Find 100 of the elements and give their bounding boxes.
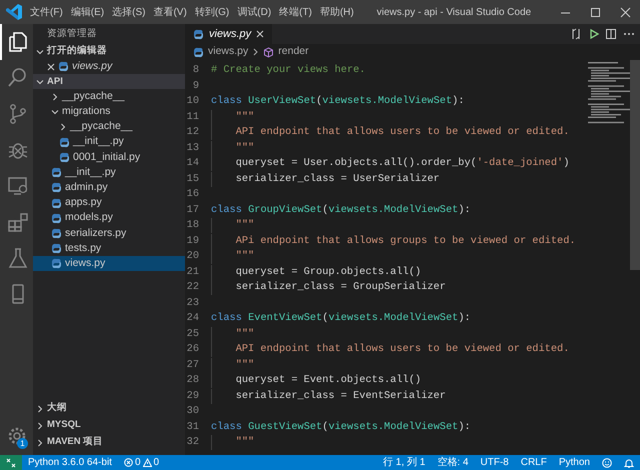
line-number: 8 (192, 63, 199, 78)
tree-item[interactable]: tests.py (33, 241, 185, 256)
warning-icon[interactable] (142, 458, 152, 467)
editor-tab[interactable]: views.py (185, 24, 272, 44)
tree-item[interactable]: __pycache__ (33, 89, 185, 104)
chevron-down-icon[interactable] (36, 48, 44, 56)
close-icon[interactable] (256, 30, 264, 38)
run-icon[interactable] (588, 28, 600, 40)
line-number: 15 (186, 172, 199, 187)
python-file-icon (193, 28, 204, 40)
remote-icon[interactable] (6, 458, 16, 468)
smiley-icon[interactable] (602, 458, 612, 468)
line-number: 22 (186, 280, 199, 296)
tree-item[interactable]: 0001_initial.py (33, 150, 185, 166)
status-item[interactable]: 空格: 4 (431, 455, 474, 470)
line-number: 31 (186, 420, 199, 435)
menu-item[interactable]: 终端(T) (275, 4, 316, 20)
line-number: 32 (186, 435, 199, 450)
chevron-right-icon (252, 48, 260, 56)
status-item[interactable]: Python (552, 455, 596, 470)
tree-item[interactable]: admin.py (33, 180, 185, 196)
python-file-icon (51, 198, 62, 209)
status-item[interactable]: UTF-8 (474, 455, 515, 470)
line-number: 23 (186, 296, 199, 311)
warning-count[interactable]: 0 (154, 455, 160, 470)
flask-icon[interactable] (6, 246, 30, 270)
menu-item[interactable]: 文件(F) (26, 4, 67, 20)
line-number: 27 (186, 358, 199, 373)
status-item[interactable]: 行 1, 列 1 (377, 455, 432, 470)
chevron-right-icon[interactable] (36, 422, 44, 430)
chevron-down-icon[interactable] (36, 78, 44, 86)
chevron-down-icon[interactable] (51, 108, 59, 116)
code-line: class GuestViewSet(viewsets.ModelViewSet): (211, 420, 471, 435)
tree-item[interactable]: __pycache__ (33, 120, 185, 135)
chevron-right-icon[interactable] (51, 92, 59, 101)
code-line: API endpoint that allows users to be viewed or edited. (211, 342, 570, 358)
section-header[interactable]: MYSQL (47, 418, 81, 433)
python-file-icon (51, 258, 62, 270)
chevron-right-icon[interactable] (36, 438, 44, 446)
chevron-right-icon[interactable] (36, 404, 44, 412)
line-number: 28 (186, 373, 199, 388)
code-line: """ (211, 218, 254, 234)
line-number: 16 (186, 187, 199, 202)
section-header[interactable]: MAVEN 项目 (47, 435, 104, 450)
code-line: APi endpoint that allows groups to be viewed or edited. (211, 234, 576, 249)
cube-icon (263, 46, 274, 58)
section-header[interactable]: 打开的编辑器 (47, 44, 107, 59)
line-number: 29 (186, 388, 199, 404)
tree-item[interactable]: apps.py (33, 196, 185, 211)
tree-item[interactable]: __init__.py (33, 165, 185, 180)
maximize-icon[interactable] (589, 6, 601, 18)
close-icon[interactable] (619, 6, 631, 18)
split-editor-icon[interactable] (605, 28, 617, 40)
close-icon[interactable] (47, 62, 55, 71)
python-file-icon (51, 167, 62, 178)
tree-item[interactable]: serializers.py (33, 226, 185, 242)
line-number: 19 (186, 234, 199, 249)
chevron-right-icon[interactable] (59, 123, 67, 132)
menu-item[interactable]: 编辑(E) (66, 4, 108, 20)
python-file-icon (193, 46, 204, 58)
menu-item[interactable]: 调试(D) (233, 4, 276, 20)
error-icon[interactable] (124, 458, 133, 467)
line-number: 25 (186, 326, 199, 342)
folder-header[interactable]: API (47, 74, 63, 89)
code-line: serializer_class = GroupSerializer (211, 280, 446, 296)
line-number: 24 (186, 311, 199, 326)
status-item[interactable]: CRLF (514, 455, 553, 470)
line-number: 18 (186, 218, 199, 234)
code-line: queryset = Group.objects.all() (211, 264, 422, 280)
minimap-drawing (588, 62, 632, 126)
tree-item[interactable]: models.py (33, 210, 185, 226)
breadcrumb-item[interactable]: render (278, 44, 309, 60)
menu-item[interactable]: 选择(S) (108, 4, 150, 20)
python-file-icon (51, 212, 62, 224)
menu-item[interactable]: 查看(V) (149, 4, 191, 20)
scrollbar-thumb[interactable] (630, 60, 640, 270)
python-file-icon (51, 228, 62, 239)
code-line: serializer_class = UserSerializer (211, 172, 440, 187)
line-number: 21 (186, 264, 199, 280)
tree-item[interactable]: migrations (33, 104, 185, 120)
menu-item[interactable]: 转到(G) (190, 4, 234, 20)
error-count[interactable]: 0 (134, 455, 141, 470)
breadcrumb-item[interactable]: views.py (208, 44, 248, 60)
code-line: API endpoint that allows users to be viewed or edited. (211, 125, 570, 140)
open-editor-item[interactable]: views.py (72, 58, 112, 74)
code-line: """ (211, 358, 254, 373)
bell-icon[interactable] (624, 458, 634, 468)
tree-item[interactable]: views.py (33, 256, 185, 272)
code-line: class EventViewSet(viewsets.ModelViewSet): (211, 311, 471, 326)
python-file-icon (51, 182, 62, 194)
interpreter-status[interactable]: Python 3.6.0 64-bit (22, 455, 118, 470)
python-file-icon (58, 61, 69, 72)
window-title: views.py - api - Visual Studio Code (376, 6, 532, 20)
code-line: class GroupViewSet(viewsets.ModelViewSet): (211, 202, 471, 218)
code-line: """ (211, 326, 254, 342)
menu-item[interactable]: 帮助(H) (316, 4, 358, 20)
code-line: """ (211, 249, 254, 264)
tree-item[interactable]: __init__.py (33, 134, 185, 150)
line-number: 13 (186, 140, 199, 156)
section-header[interactable]: 大纲 (47, 401, 67, 416)
